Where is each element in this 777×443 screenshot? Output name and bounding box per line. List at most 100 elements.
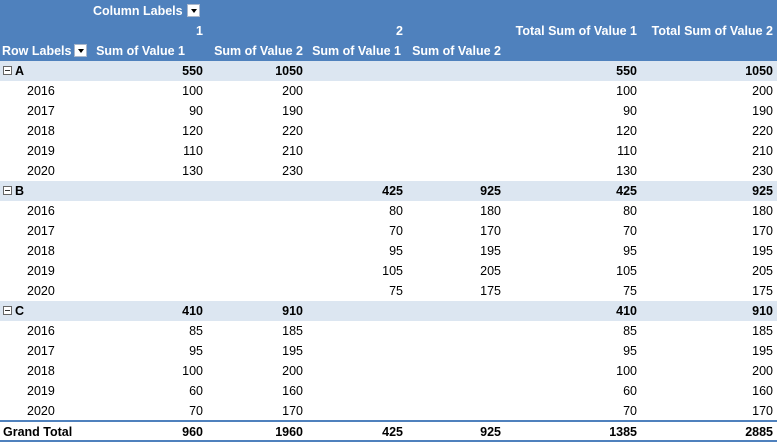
measure-header-2: Sum of Value 2 — [214, 44, 303, 58]
cell: 195 — [752, 344, 773, 358]
cell: 200 — [282, 364, 303, 378]
cell: 105 — [382, 264, 403, 278]
table-row: 2018 100 200 100 200 — [0, 361, 777, 381]
cell: 120 — [182, 124, 203, 138]
row-label: 2016 — [27, 84, 55, 98]
table-row: 2016 85 185 85 185 — [0, 321, 777, 341]
cell: 160 — [282, 384, 303, 398]
cell: 130 — [616, 164, 637, 178]
cell: 200 — [752, 84, 773, 98]
column-labels-header: Column Labels — [93, 4, 183, 18]
cell: 910 — [282, 304, 303, 318]
table-row: 2020 70 170 70 170 — [0, 401, 777, 421]
row-label: 2016 — [27, 204, 55, 218]
cell: 1960 — [275, 425, 303, 439]
row-labels-header: Row Labels — [2, 44, 72, 58]
cell: 550 — [182, 64, 203, 78]
cell: 95 — [623, 244, 637, 258]
cell: 110 — [617, 144, 637, 158]
cell: 550 — [616, 64, 637, 78]
collapse-icon[interactable] — [3, 66, 12, 75]
row-label: 2019 — [27, 264, 55, 278]
cell: 230 — [282, 164, 303, 178]
group-row-c[interactable]: C 410 910 410 910 — [0, 301, 777, 321]
table-row: 2017 90 190 90 190 — [0, 101, 777, 121]
cell: 80 — [389, 204, 403, 218]
cell: 160 — [752, 384, 773, 398]
cell: 100 — [182, 84, 203, 98]
cell: 100 — [182, 364, 203, 378]
measure-header-1: Sum of Value 1 — [96, 44, 185, 58]
cell: 105 — [616, 264, 637, 278]
collapse-icon[interactable] — [3, 186, 12, 195]
measure-header-4: Sum of Value 2 — [412, 44, 501, 58]
cell: 195 — [752, 244, 773, 258]
row-label: 2019 — [27, 384, 55, 398]
table-row: 2018 120 220 120 220 — [0, 121, 777, 141]
column-group-2-header: 2 — [396, 24, 403, 38]
table-row: 2019 60 160 60 160 — [0, 381, 777, 401]
cell: 175 — [752, 284, 773, 298]
cell: 185 — [752, 324, 773, 338]
cell: 70 — [623, 404, 637, 418]
cell: 1050 — [275, 64, 303, 78]
cell: 85 — [189, 324, 203, 338]
table-row: 2019 105 205 105 205 — [0, 261, 777, 281]
cell: 205 — [480, 264, 501, 278]
cell: 170 — [480, 224, 501, 238]
cell: 425 — [382, 425, 403, 439]
cell: 90 — [623, 104, 637, 118]
cell: 190 — [282, 104, 303, 118]
group-row-a[interactable]: A 550 1050 550 1050 — [0, 61, 777, 81]
table-row: 2017 95 195 95 195 — [0, 341, 777, 361]
cell: 925 — [480, 425, 501, 439]
cell: 195 — [282, 344, 303, 358]
cell: 60 — [623, 384, 637, 398]
group-label[interactable]: C — [3, 301, 24, 321]
cell: 100 — [616, 84, 637, 98]
cell: 230 — [752, 164, 773, 178]
row-label: 2020 — [27, 164, 55, 178]
column-labels-filter-dropdown[interactable] — [187, 4, 200, 17]
cell: 180 — [480, 204, 501, 218]
group-row-b[interactable]: B 425 925 425 925 — [0, 181, 777, 201]
cell: 95 — [189, 344, 203, 358]
cell: 75 — [623, 284, 637, 298]
cell: 70 — [389, 224, 403, 238]
row-label: 2020 — [27, 284, 55, 298]
cell: 2885 — [745, 425, 773, 439]
table-row: 2020 75 175 75 175 — [0, 281, 777, 301]
cell: 1050 — [745, 64, 773, 78]
cell: 205 — [752, 264, 773, 278]
cell: 90 — [189, 104, 203, 118]
cell: 210 — [282, 144, 303, 158]
cell: 70 — [623, 224, 637, 238]
collapse-icon[interactable] — [3, 306, 12, 315]
row-label: 2020 — [27, 404, 55, 418]
cell: 95 — [389, 244, 403, 258]
table-row: 2020 130 230 130 230 — [0, 161, 777, 181]
group-label[interactable]: B — [3, 181, 24, 201]
table-row: 2017 70 170 70 170 — [0, 221, 777, 241]
cell: 210 — [752, 144, 773, 158]
cell: 425 — [616, 184, 637, 198]
row-label: 2017 — [27, 344, 55, 358]
cell: 410 — [182, 304, 203, 318]
row-label: 2016 — [27, 324, 55, 338]
cell: 425 — [382, 184, 403, 198]
cell: 100 — [616, 364, 637, 378]
cell: 190 — [752, 104, 773, 118]
measure-header-3: Sum of Value 1 — [312, 44, 401, 58]
cell: 95 — [623, 344, 637, 358]
table-row: 2016 100 200 100 200 — [0, 81, 777, 101]
row-label: 2018 — [27, 124, 55, 138]
group-label[interactable]: A — [3, 61, 24, 81]
cell: 120 — [616, 124, 637, 138]
cell: 220 — [282, 124, 303, 138]
table-row: 2019 110 210 110 210 — [0, 141, 777, 161]
cell: 195 — [480, 244, 501, 258]
row-label: 2017 — [27, 224, 55, 238]
cell: 85 — [623, 324, 637, 338]
row-labels-filter-dropdown[interactable] — [74, 44, 87, 57]
table-row: 2018 95 195 95 195 — [0, 241, 777, 261]
